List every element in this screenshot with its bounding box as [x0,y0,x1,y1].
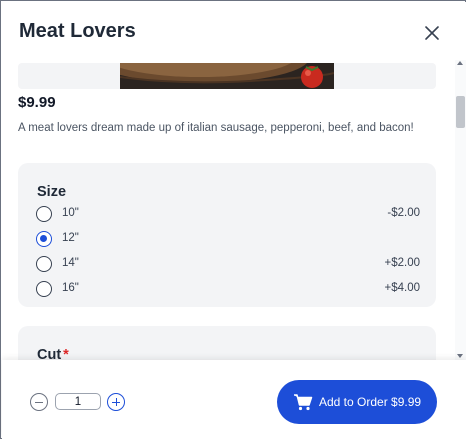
dialog-title: Meat Lovers [19,20,136,42]
dialog-footer: Add to Order $9.99 [2,360,466,439]
cut-title-text: Cut [37,347,62,360]
add-to-order-button[interactable]: Add to Order $9.99 [277,380,437,424]
dialog-body[interactable]: $9.99 A meat lovers dream made up of ita… [2,60,466,360]
radio-button-selected[interactable] [36,231,52,247]
radio-button[interactable] [36,281,52,297]
size-option-12[interactable]: 12" [36,229,420,249]
radio-button[interactable] [36,206,52,222]
size-options-card: Size 10" -$2.00 12" 14" +$2.00 16" +$4.0… [18,163,436,307]
quantity-input[interactable] [55,393,101,410]
cut-title: Cut * [37,347,69,360]
vertical-scrollbar[interactable] [455,60,466,360]
size-title: Size [37,184,67,200]
dialog-header: Meat Lovers [2,2,466,60]
scroll-up-arrow-icon[interactable] [457,61,463,65]
scroll-down-arrow-icon[interactable] [457,354,463,358]
item-price: $9.99 [18,94,56,111]
option-label: 10" [62,207,79,219]
plus-circle-icon[interactable] [107,393,125,411]
size-option-10[interactable]: 10" -$2.00 [36,204,420,224]
scroll-thumb[interactable] [456,96,465,128]
add-to-order-label: Add to Order $9.99 [319,395,422,409]
cart-icon [294,394,313,411]
size-option-14[interactable]: 14" +$2.00 [36,254,420,274]
required-marker: * [63,347,69,360]
radio-button[interactable] [36,256,52,272]
item-image-frame [18,63,436,89]
item-description: A meat lovers dream made up of italian s… [18,122,414,134]
option-label: 12" [62,232,79,244]
close-icon[interactable] [420,21,444,45]
option-label: 14" [62,257,79,269]
option-price: -$2.00 [387,207,420,219]
minus-circle-icon[interactable] [30,393,48,411]
size-option-16[interactable]: 16" +$4.00 [36,279,420,299]
option-price: +$4.00 [384,282,421,294]
item-dialog: Meat Lovers $9.99 A meat lovers dream ma… [0,0,466,439]
pizza-photo [120,63,334,89]
option-label: 16" [62,282,79,294]
cut-options-card: Cut * [18,326,436,360]
option-price: +$2.00 [384,257,421,269]
